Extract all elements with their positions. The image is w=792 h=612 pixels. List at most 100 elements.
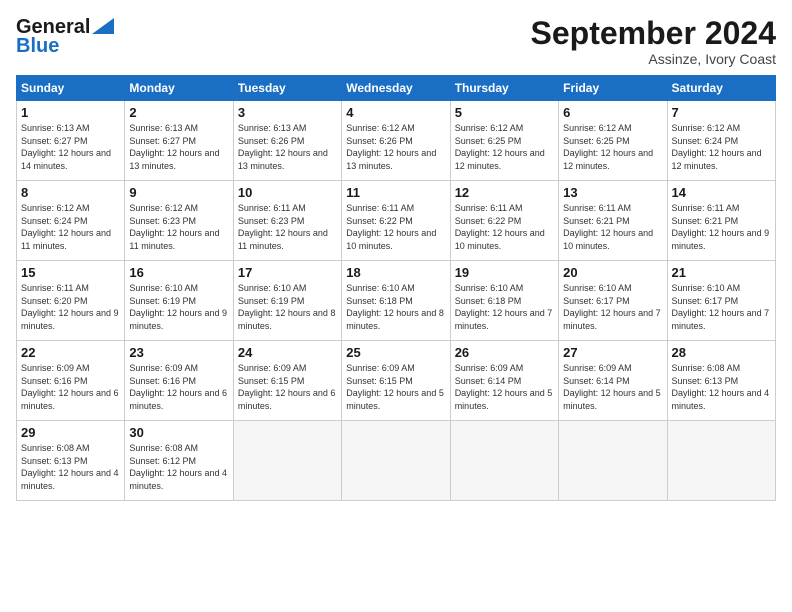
day-info: Sunrise: 6:12 AMSunset: 6:24 PMDaylight:…	[672, 122, 771, 172]
day-info: Sunrise: 6:09 AMSunset: 6:14 PMDaylight:…	[455, 362, 554, 412]
table-cell: 15 Sunrise: 6:11 AMSunset: 6:20 PMDayligh…	[17, 261, 125, 341]
table-cell: 8Sunrise: 6:12 AMSunset: 6:24 PMDaylight…	[17, 181, 125, 261]
day-number: 4	[346, 105, 445, 120]
day-info: Sunrise: 6:12 AMSunset: 6:26 PMDaylight:…	[346, 122, 445, 172]
day-number: 6	[563, 105, 662, 120]
day-number: 17	[238, 265, 337, 280]
day-info: Sunrise: 6:09 AMSunset: 6:15 PMDaylight:…	[346, 362, 445, 412]
day-number: 1	[21, 105, 120, 120]
table-cell: 12 Sunrise: 6:11 AMSunset: 6:22 PMDayligh…	[450, 181, 558, 261]
day-info: Sunrise: 6:12 AMSunset: 6:25 PMDaylight:…	[455, 122, 554, 172]
day-info: Sunrise: 6:12 AMSunset: 6:25 PMDaylight:…	[563, 122, 662, 172]
title-block: September 2024 Assinze, Ivory Coast	[531, 16, 776, 67]
col-sunday: Sunday	[17, 76, 125, 101]
table-cell	[667, 421, 775, 501]
table-cell	[559, 421, 667, 501]
table-cell: 29 Sunrise: 6:08 AMSunset: 6:13 PMDayligh…	[17, 421, 125, 501]
table-cell: 11 Sunrise: 6:11 AMSunset: 6:22 PMDayligh…	[342, 181, 450, 261]
table-cell: 7 Sunrise: 6:12 AMSunset: 6:24 PMDaylight…	[667, 101, 775, 181]
day-number: 23	[129, 345, 228, 360]
page-header: General Blue September 2024 Assinze, Ivo…	[16, 16, 776, 67]
day-info: Sunrise: 6:09 AMSunset: 6:16 PMDaylight:…	[21, 362, 120, 412]
table-cell: 19 Sunrise: 6:10 AMSunset: 6:18 PMDayligh…	[450, 261, 558, 341]
day-number: 16	[129, 265, 228, 280]
table-cell: 23 Sunrise: 6:09 AMSunset: 6:16 PMDayligh…	[125, 341, 233, 421]
logo: General Blue	[16, 16, 114, 58]
table-cell: 5 Sunrise: 6:12 AMSunset: 6:25 PMDaylight…	[450, 101, 558, 181]
table-row: 1 Sunrise: 6:13 AMSunset: 6:27 PMDaylight…	[17, 101, 776, 181]
day-number: 26	[455, 345, 554, 360]
day-info: Sunrise: 6:11 AMSunset: 6:20 PMDaylight:…	[21, 282, 120, 332]
day-number: 15	[21, 265, 120, 280]
day-info: Sunrise: 6:09 AMSunset: 6:14 PMDaylight:…	[563, 362, 662, 412]
table-cell: 25 Sunrise: 6:09 AMSunset: 6:15 PMDayligh…	[342, 341, 450, 421]
day-info: Sunrise: 6:10 AMSunset: 6:19 PMDaylight:…	[129, 282, 228, 332]
table-cell: 22 Sunrise: 6:09 AMSunset: 6:16 PMDayligh…	[17, 341, 125, 421]
day-info: Sunrise: 6:13 AMSunset: 6:27 PMDaylight:…	[21, 122, 120, 172]
col-thursday: Thursday	[450, 76, 558, 101]
day-info: Sunrise: 6:10 AMSunset: 6:18 PMDaylight:…	[455, 282, 554, 332]
table-cell: 3Sunrise: 6:13 AMSunset: 6:26 PMDaylight…	[233, 101, 341, 181]
location-subtitle: Assinze, Ivory Coast	[531, 51, 776, 67]
day-info: Sunrise: 6:10 AMSunset: 6:17 PMDaylight:…	[563, 282, 662, 332]
day-number: 11	[346, 185, 445, 200]
day-info: Sunrise: 6:11 AMSunset: 6:21 PMDaylight:…	[672, 202, 771, 252]
logo-blue: Blue	[16, 35, 59, 58]
day-number: 19	[455, 265, 554, 280]
logo-icon	[92, 18, 114, 34]
day-number: 5	[455, 105, 554, 120]
day-number: 2	[129, 105, 228, 120]
table-cell: 18 Sunrise: 6:10 AMSunset: 6:18 PMDayligh…	[342, 261, 450, 341]
day-number: 20	[563, 265, 662, 280]
day-number: 29	[21, 425, 120, 440]
day-number: 13	[563, 185, 662, 200]
table-cell: 20 Sunrise: 6:10 AMSunset: 6:17 PMDayligh…	[559, 261, 667, 341]
day-number: 22	[21, 345, 120, 360]
day-number: 28	[672, 345, 771, 360]
day-info: Sunrise: 6:09 AMSunset: 6:16 PMDaylight:…	[129, 362, 228, 412]
col-wednesday: Wednesday	[342, 76, 450, 101]
table-cell	[233, 421, 341, 501]
table-cell: 30 Sunrise: 6:08 AMSunset: 6:12 PMDayligh…	[125, 421, 233, 501]
table-row: 8Sunrise: 6:12 AMSunset: 6:24 PMDaylight…	[17, 181, 776, 261]
table-cell: 27 Sunrise: 6:09 AMSunset: 6:14 PMDayligh…	[559, 341, 667, 421]
day-info: Sunrise: 6:12 AMSunset: 6:24 PMDaylight:…	[21, 202, 120, 252]
day-number: 30	[129, 425, 228, 440]
day-number: 25	[346, 345, 445, 360]
table-cell: 4 Sunrise: 6:12 AMSunset: 6:26 PMDaylight…	[342, 101, 450, 181]
day-number: 10	[238, 185, 337, 200]
table-cell: 14 Sunrise: 6:11 AMSunset: 6:21 PMDayligh…	[667, 181, 775, 261]
table-cell: 21Sunrise: 6:10 AMSunset: 6:17 PMDayligh…	[667, 261, 775, 341]
day-number: 12	[455, 185, 554, 200]
day-number: 14	[672, 185, 771, 200]
col-saturday: Saturday	[667, 76, 775, 101]
day-info: Sunrise: 6:08 AMSunset: 6:13 PMDaylight:…	[672, 362, 771, 412]
day-info: Sunrise: 6:09 AMSunset: 6:15 PMDaylight:…	[238, 362, 337, 412]
col-friday: Friday	[559, 76, 667, 101]
table-cell: 28 Sunrise: 6:08 AMSunset: 6:13 PMDayligh…	[667, 341, 775, 421]
day-number: 7	[672, 105, 771, 120]
day-number: 18	[346, 265, 445, 280]
day-info: Sunrise: 6:08 AMSunset: 6:12 PMDaylight:…	[129, 442, 228, 492]
day-info: Sunrise: 6:11 AMSunset: 6:22 PMDaylight:…	[455, 202, 554, 252]
table-cell: 13 Sunrise: 6:11 AMSunset: 6:21 PMDayligh…	[559, 181, 667, 261]
day-info: Sunrise: 6:11 AMSunset: 6:23 PMDaylight:…	[238, 202, 337, 252]
table-cell: 16 Sunrise: 6:10 AMSunset: 6:19 PMDayligh…	[125, 261, 233, 341]
table-cell: 9Sunrise: 6:12 AMSunset: 6:23 PMDaylight…	[125, 181, 233, 261]
table-cell	[450, 421, 558, 501]
table-cell: 17 Sunrise: 6:10 AMSunset: 6:19 PMDayligh…	[233, 261, 341, 341]
day-info: Sunrise: 6:11 AMSunset: 6:22 PMDaylight:…	[346, 202, 445, 252]
table-cell: 26 Sunrise: 6:09 AMSunset: 6:14 PMDayligh…	[450, 341, 558, 421]
calendar-table: Sunday Monday Tuesday Wednesday Thursday…	[16, 75, 776, 501]
day-info: Sunrise: 6:11 AMSunset: 6:21 PMDaylight:…	[563, 202, 662, 252]
day-info: Sunrise: 6:13 AMSunset: 6:27 PMDaylight:…	[129, 122, 228, 172]
day-info: Sunrise: 6:08 AMSunset: 6:13 PMDaylight:…	[21, 442, 120, 492]
day-number: 27	[563, 345, 662, 360]
day-info: Sunrise: 6:12 AMSunset: 6:23 PMDaylight:…	[129, 202, 228, 252]
day-info: Sunrise: 6:10 AMSunset: 6:18 PMDaylight:…	[346, 282, 445, 332]
calendar-header-row: Sunday Monday Tuesday Wednesday Thursday…	[17, 76, 776, 101]
day-info: Sunrise: 6:10 AMSunset: 6:19 PMDaylight:…	[238, 282, 337, 332]
table-cell: 1 Sunrise: 6:13 AMSunset: 6:27 PMDaylight…	[17, 101, 125, 181]
table-row: 29 Sunrise: 6:08 AMSunset: 6:13 PMDayligh…	[17, 421, 776, 501]
table-cell: 2 Sunrise: 6:13 AMSunset: 6:27 PMDaylight…	[125, 101, 233, 181]
